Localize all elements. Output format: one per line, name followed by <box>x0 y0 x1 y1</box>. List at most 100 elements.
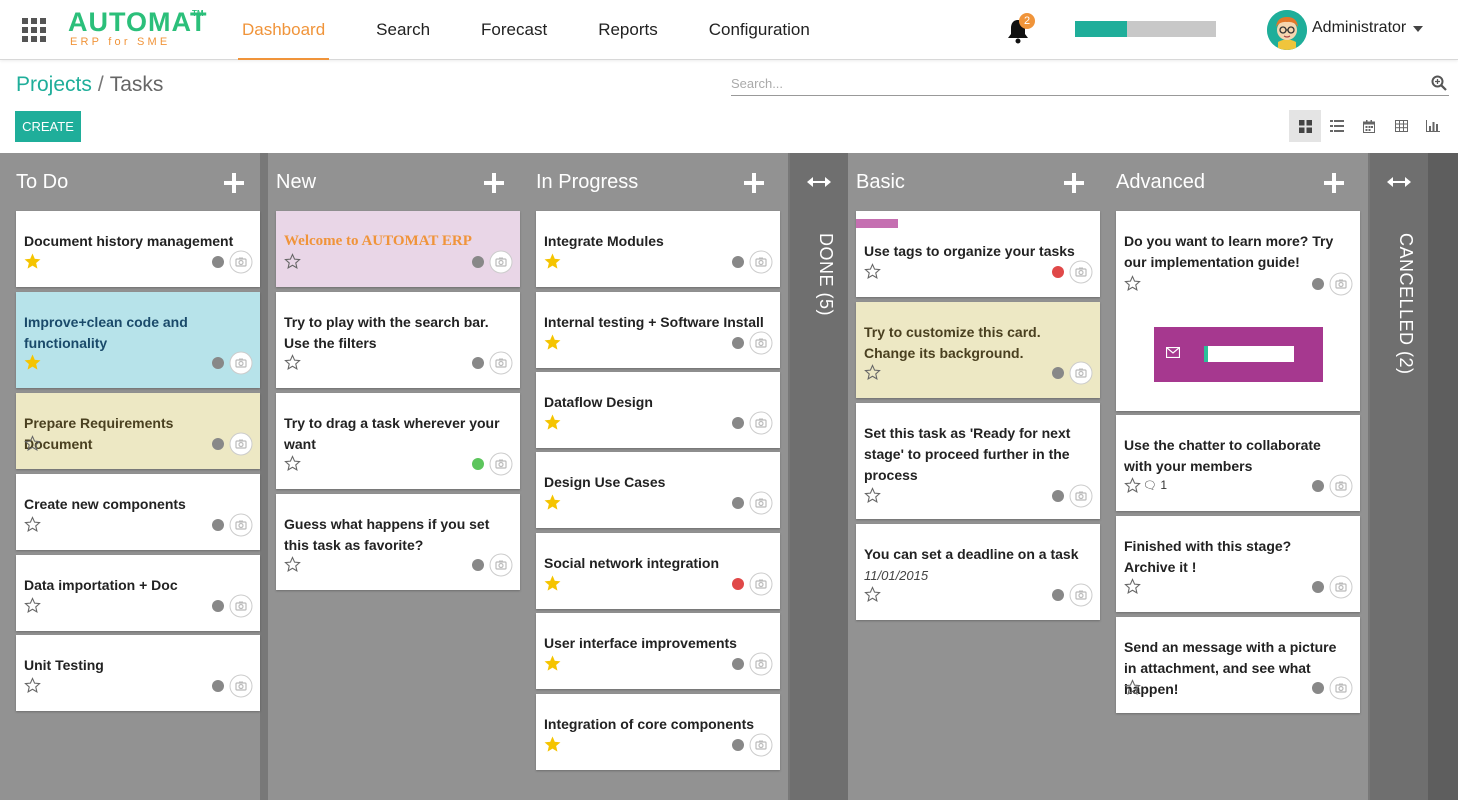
task-card[interactable]: Guess what happens if you set this task … <box>276 494 520 590</box>
unfold-arrows-icon[interactable] <box>806 175 832 189</box>
create-button[interactable]: CREATE <box>15 111 81 142</box>
task-card[interactable]: Unit Testing <box>16 635 260 711</box>
star-outline-icon[interactable] <box>284 556 301 573</box>
task-card[interactable]: Improve+clean code and functionality <box>16 292 260 388</box>
star-outline-icon[interactable] <box>284 253 301 270</box>
kanban-state-indicator[interactable] <box>732 417 744 429</box>
task-card[interactable]: Document history management <box>16 211 260 287</box>
kanban-state-indicator[interactable] <box>212 600 224 612</box>
kanban-state-indicator[interactable] <box>732 497 744 509</box>
kanban-state-indicator[interactable] <box>732 337 744 349</box>
apps-grid-icon[interactable] <box>22 18 46 42</box>
logo[interactable]: AUTOMAT TM ERP for SME <box>68 8 207 48</box>
star-outline-icon[interactable] <box>1124 578 1141 595</box>
star-outline-icon[interactable] <box>864 586 881 603</box>
star-filled-icon[interactable] <box>544 334 561 351</box>
task-card[interactable]: Use the chatter to collaborate with your… <box>1116 415 1360 511</box>
user-avatar-placeholder-icon[interactable] <box>229 513 253 537</box>
task-card[interactable]: Prepare Requirements Document <box>16 393 260 469</box>
kanban-state-indicator[interactable] <box>212 256 224 268</box>
user-avatar-placeholder-icon[interactable] <box>749 572 773 596</box>
star-outline-icon[interactable] <box>1124 477 1141 494</box>
user-avatar-placeholder-icon[interactable] <box>489 553 513 577</box>
pivot-view-button[interactable] <box>1385 110 1417 142</box>
task-card[interactable]: Internal testing + Software Install <box>536 292 780 368</box>
task-card[interactable]: Integration of core components <box>536 694 780 770</box>
task-card[interactable]: User interface improvements <box>536 613 780 689</box>
task-card[interactable]: Welcome to AUTOMAT ERP <box>276 211 520 287</box>
calendar-view-button[interactable] <box>1353 110 1385 142</box>
task-card[interactable]: Social network integration <box>536 533 780 609</box>
kanban-state-indicator[interactable] <box>472 357 484 369</box>
unfold-arrows-icon[interactable] <box>1386 175 1412 189</box>
user-avatar-placeholder-icon[interactable] <box>1069 260 1093 284</box>
add-task-icon[interactable] <box>224 173 244 193</box>
add-task-icon[interactable] <box>484 173 504 193</box>
user-avatar-placeholder-icon[interactable] <box>229 351 253 375</box>
add-task-icon[interactable] <box>744 173 764 193</box>
user-avatar-placeholder-icon[interactable] <box>1069 583 1093 607</box>
kanban-state-indicator[interactable] <box>472 256 484 268</box>
star-outline-icon[interactable] <box>24 677 41 694</box>
kanban-state-indicator[interactable] <box>1052 367 1064 379</box>
kanban-state-indicator[interactable] <box>1312 682 1324 694</box>
user-avatar-placeholder-icon[interactable] <box>489 250 513 274</box>
task-card[interactable]: Set this task as 'Ready for next stage' … <box>856 403 1100 519</box>
column-cancelled-folded[interactable]: CANCELLED (2) <box>1370 153 1428 800</box>
caret-down-icon[interactable] <box>1413 26 1423 32</box>
task-card[interactable]: Send an message with a picture in attach… <box>1116 617 1360 713</box>
user-avatar-placeholder-icon[interactable] <box>749 250 773 274</box>
kanban-state-indicator[interactable] <box>732 256 744 268</box>
kanban-state-indicator[interactable] <box>212 357 224 369</box>
kanban-state-indicator[interactable] <box>1052 266 1064 278</box>
star-filled-icon[interactable] <box>544 736 561 753</box>
kanban-state-indicator[interactable] <box>732 739 744 751</box>
kanban-state-indicator[interactable] <box>1312 480 1324 492</box>
kanban-state-indicator[interactable] <box>732 578 744 590</box>
user-avatar-placeholder-icon[interactable] <box>229 674 253 698</box>
breadcrumb-projects[interactable]: Projects <box>16 73 92 96</box>
star-outline-icon[interactable] <box>864 487 881 504</box>
task-card[interactable]: Design Use Cases <box>536 452 780 528</box>
user-avatar-placeholder-icon[interactable] <box>749 411 773 435</box>
star-filled-icon[interactable] <box>24 253 41 270</box>
email-field[interactable] <box>1204 346 1294 362</box>
star-outline-icon[interactable] <box>864 263 881 280</box>
star-outline-icon[interactable] <box>1124 679 1141 696</box>
task-card[interactable]: Try to play with the search bar. Use the… <box>276 292 520 388</box>
task-card[interactable]: Use tags to organize your tasks <box>856 211 1100 297</box>
user-avatar-placeholder-icon[interactable] <box>749 652 773 676</box>
star-filled-icon[interactable] <box>544 655 561 672</box>
star-outline-icon[interactable] <box>24 516 41 533</box>
user-avatar-placeholder-icon[interactable] <box>489 452 513 476</box>
user-avatar-placeholder-icon[interactable] <box>749 331 773 355</box>
kanban-state-indicator[interactable] <box>212 519 224 531</box>
star-filled-icon[interactable] <box>24 354 41 371</box>
kanban-state-indicator[interactable] <box>1052 490 1064 502</box>
kanban-state-indicator[interactable] <box>212 680 224 692</box>
user-menu[interactable]: Administrator <box>1312 19 1406 37</box>
star-outline-icon[interactable] <box>24 597 41 614</box>
kanban-state-indicator[interactable] <box>472 458 484 470</box>
task-card[interactable]: Integrate Modules <box>536 211 780 287</box>
task-card[interactable]: Dataflow Design <box>536 372 780 448</box>
kanban-view-button[interactable] <box>1289 110 1321 142</box>
graph-view-button[interactable] <box>1417 110 1449 142</box>
menu-item-reports[interactable]: Reports <box>596 0 660 60</box>
user-avatar-placeholder-icon[interactable] <box>1329 676 1353 700</box>
add-task-icon[interactable] <box>1324 173 1344 193</box>
menu-item-search[interactable]: Search <box>374 0 432 60</box>
user-avatar-placeholder-icon[interactable] <box>1069 484 1093 508</box>
menu-item-forecast[interactable]: Forecast <box>479 0 549 60</box>
task-card[interactable]: Try to drag a task wherever your want <box>276 393 520 489</box>
task-card[interactable]: Data importation + Doc <box>16 555 260 631</box>
task-card[interactable]: Try to customize this card. Change its b… <box>856 302 1100 398</box>
column-done-folded[interactable]: DONE (5) <box>790 153 848 800</box>
search-icon[interactable] <box>1431 75 1447 91</box>
list-view-button[interactable] <box>1321 110 1353 142</box>
user-avatar-placeholder-icon[interactable] <box>1329 575 1353 599</box>
user-avatar-placeholder-icon[interactable] <box>1069 361 1093 385</box>
kanban-state-indicator[interactable] <box>1312 278 1324 290</box>
user-avatar-placeholder-icon[interactable] <box>229 594 253 618</box>
star-outline-icon[interactable] <box>284 455 301 472</box>
